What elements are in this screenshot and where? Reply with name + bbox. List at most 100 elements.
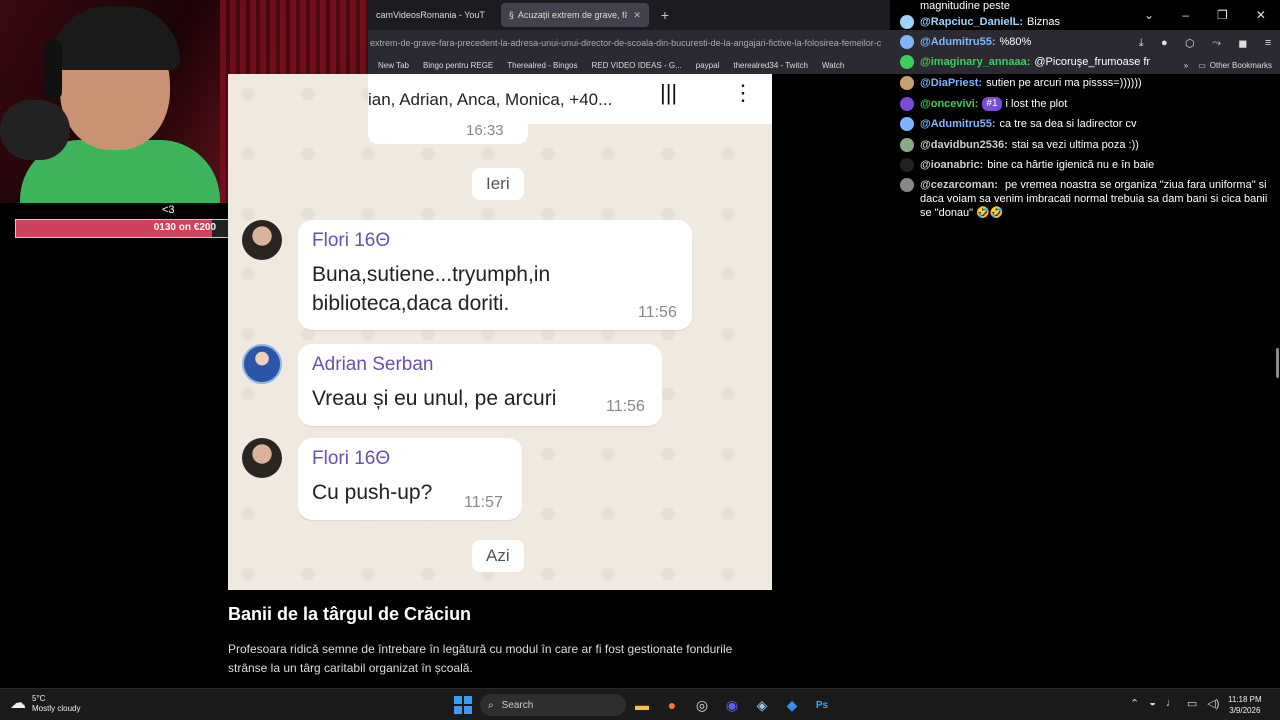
chat-text: @Picoruşe_frumoase fr	[1034, 56, 1151, 68]
message-text-line2: biblioteca,daca doriti.	[312, 292, 510, 315]
message-time: 11:56	[638, 304, 677, 321]
browser-tab-bar: camVideosRomania - YouT § Acuzații extre…	[368, 0, 890, 30]
group-members: ian, Adrian, Anca, Monica, +40...	[368, 90, 613, 109]
user-badge-icon	[900, 35, 914, 49]
chat-username: @Adumitru55:	[920, 36, 996, 48]
audio-wave-icon: |||	[660, 80, 678, 105]
start-button-icon[interactable]	[454, 696, 472, 714]
network-icon[interactable]: ◒	[1149, 697, 1156, 710]
message-bubble: Adrian Serban Vreau și eu unul, pe arcur…	[298, 344, 662, 426]
url-text: extrem-de-grave-fara-precedent-la-adresa…	[370, 38, 882, 48]
chat-username: @Rapciuc_DanielL:	[920, 16, 1024, 28]
chat-text: magnitudine peste	[920, 0, 1010, 12]
app-icon[interactable]: ◆	[782, 693, 802, 717]
taskbar-search[interactable]: ⌕ Search	[480, 694, 626, 716]
bookmark-new-tab[interactable]: New Tab	[378, 61, 409, 70]
sender-name: Flori 16Θ	[312, 230, 391, 251]
bookmark-video-ideas[interactable]: RED VIDEO IDEAS - G...	[592, 61, 682, 70]
user-badge-icon	[900, 55, 914, 69]
chat-message: @cezarcoman: pe vremea noastra se organi…	[900, 178, 1276, 220]
message-bubble: Flori 16Θ Buna,sutiene...tryumph,in bibl…	[298, 220, 692, 330]
new-tab-button[interactable]: +	[661, 7, 669, 23]
avatar-adrian	[242, 344, 282, 384]
chat-username: @Adumitru55:	[920, 118, 996, 130]
chat-message: @Rapciuc_DanielL: Biznas	[900, 15, 1276, 29]
avatar-flori	[242, 220, 282, 260]
user-badge-icon	[900, 178, 914, 192]
tab-label: camVideosRomania - YouT	[376, 10, 485, 20]
bookmark-watch[interactable]: Watch	[822, 61, 844, 70]
firefox-icon[interactable]: ●	[662, 693, 682, 717]
message-time: 11:56	[606, 398, 645, 415]
obs-icon[interactable]: ◎	[692, 693, 712, 717]
user-badge-icon	[900, 158, 914, 172]
message-time: 11:57	[464, 494, 503, 511]
chat-message: @imaginary_annaaa: @Picoruşe_frumoase fr	[900, 55, 1276, 69]
goal-text: 0130 on €200	[153, 222, 216, 233]
close-tab-icon[interactable]: ✕	[633, 10, 641, 21]
clock-time: 11:18 PM	[1228, 695, 1262, 704]
headphones	[44, 40, 62, 100]
tab-favicon-icon: §	[508, 10, 514, 20]
bookmark-bingo[interactable]: Bingo pentru REGE	[423, 61, 493, 70]
chat-username: @DiaPriest:	[920, 77, 983, 89]
chevron-up-icon[interactable]: ⌃	[1130, 697, 1139, 710]
user-badge-icon	[900, 15, 914, 29]
previous-message-time: 16:33	[466, 122, 504, 139]
chat-text: bine ca hârtie igienică nu e în baie	[987, 159, 1155, 171]
tab-youtube[interactable]: camVideosRomania - YouT	[368, 3, 493, 27]
mic-icon[interactable]: ♩	[1166, 697, 1177, 710]
discord-icon[interactable]: ◉	[722, 693, 742, 717]
sender-name: Flori 16Θ	[312, 448, 391, 469]
system-clock[interactable]: 11:18 PM 3/9/2026	[1228, 694, 1262, 716]
display-icon[interactable]: ▭	[1187, 697, 1197, 710]
bookmark-paypal[interactable]: paypal	[696, 61, 720, 70]
stream-chat-overlay: magnitudine peste @Rapciuc_DanielL: Bizn…	[896, 0, 1280, 230]
cloud-icon: ☁	[10, 695, 26, 712]
taskbar-apps: ▬ ● ◎ ◉ ◈ ◆ Ps	[632, 693, 832, 717]
chat-message: @ioanabric: bine ca hârtie igienică nu e…	[900, 158, 1276, 172]
weather-desc: Mostly cloudy	[32, 704, 81, 713]
message-text: Vreau și eu unul, pe arcuri	[312, 387, 557, 410]
article-chat-screenshot: ian, Adrian, Anca, Monica, +40... ||| ⋮ …	[228, 74, 772, 590]
chat-text: stai sa vezi ultima poza :))	[1011, 139, 1139, 151]
scrollbar-thumb[interactable]	[1276, 348, 1279, 378]
tab-label: Acuzații extrem de grave, fără p	[517, 10, 628, 20]
day-separator-today: Azi	[472, 540, 524, 572]
file-explorer-icon[interactable]: ▬	[632, 693, 652, 717]
photoshop-icon[interactable]: Ps	[812, 693, 832, 717]
user-badge-icon	[900, 97, 914, 111]
screen: camVideosRomania - YouT § Acuzații extre…	[0, 0, 1280, 720]
bookmark-twitch[interactable]: therealred34 - Twitch	[733, 61, 808, 70]
volume-icon[interactable]: ◁)	[1207, 697, 1219, 710]
article-paragraph: Profesoara ridică semne de întrebare în …	[228, 642, 733, 675]
user-badge-icon	[900, 117, 914, 131]
search-icon: ⌕	[488, 699, 494, 711]
more-vertical-icon: ⋮	[732, 80, 754, 105]
avatar-flori	[242, 438, 282, 478]
rank-badge: #1	[982, 97, 1002, 111]
user-badge-icon	[900, 138, 914, 152]
clock-date: 3/9/2026	[1229, 706, 1261, 715]
chat-text: ca tre sa dea si ladirector cv	[999, 118, 1137, 130]
user-badge-icon	[900, 76, 914, 90]
chat-username: @imaginary_annaaa:	[920, 56, 1031, 68]
weather-widget[interactable]: ☁ 5°C Mostly cloudy	[10, 694, 80, 714]
microphone	[0, 100, 70, 160]
weather-temp: 5°C	[32, 694, 46, 703]
chat-message: @davidbun2536: stai sa vezi ultima poza …	[900, 138, 1276, 152]
chat-text: i lost the plot	[1005, 98, 1068, 110]
chat-message: @DiaPriest: sutien pe arcuri ma pissss=)…	[900, 76, 1276, 90]
windows-taskbar: ☁ 5°C Mostly cloudy ⌕ Search ▬ ● ◎ ◉ ◈ ◆…	[0, 688, 1280, 720]
previous-message-bubble	[368, 114, 528, 144]
chat-username: @cezarcoman:	[920, 179, 998, 191]
message-text-line1: Buna,sutiene...tryumph,in	[312, 263, 551, 286]
chat-username: @davidbun2536:	[920, 139, 1008, 151]
bookmark-therealred-bingos[interactable]: Therealred - Bingos	[507, 61, 577, 70]
chat-text: sutien pe arcuri ma pissss=))))))	[986, 77, 1142, 89]
chat-message-partial: magnitudine peste	[900, 0, 1276, 13]
steam-icon[interactable]: ◈	[752, 693, 772, 717]
chat-message: @oncevivi: #1 i lost the plot	[900, 97, 1276, 111]
sender-name: Adrian Serban	[312, 354, 434, 375]
tab-article[interactable]: § Acuzații extrem de grave, fără p ✕	[500, 3, 649, 27]
